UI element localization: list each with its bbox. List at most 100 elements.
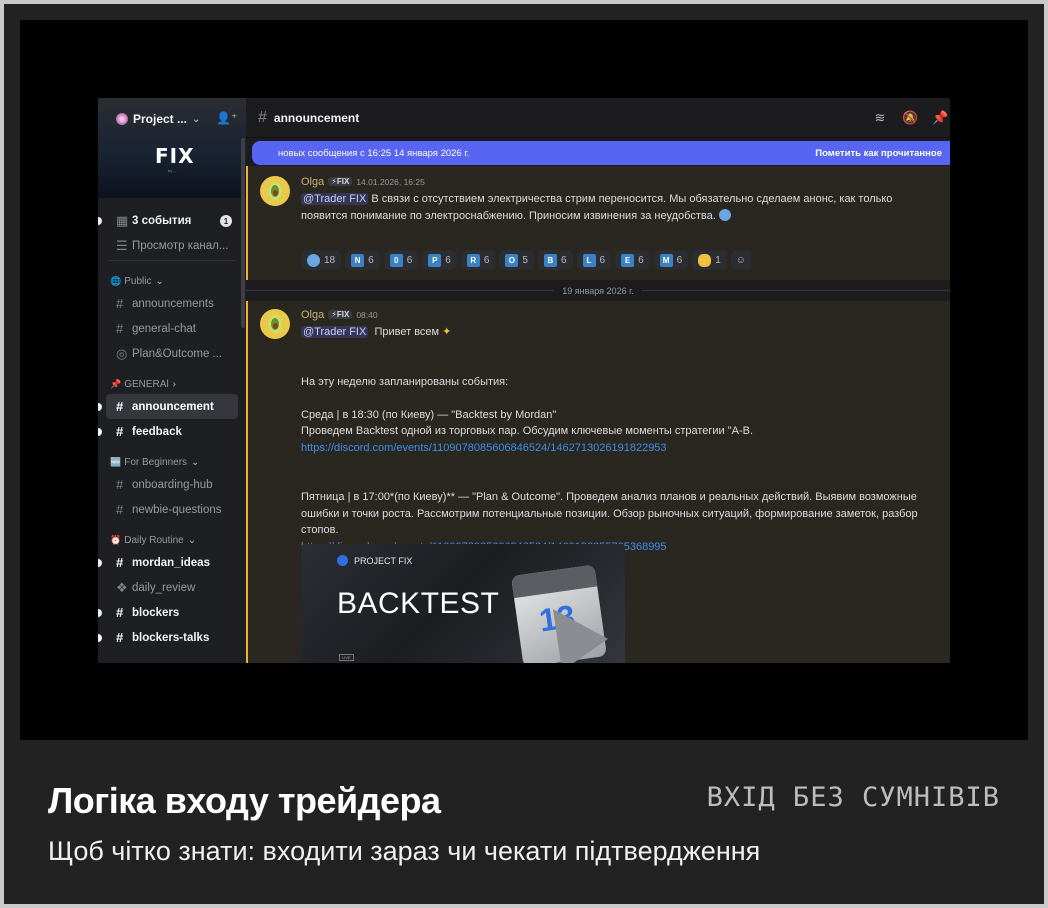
avocado-icon <box>268 315 282 333</box>
sidebar-item-label: Просмотр канал... <box>132 239 229 252</box>
channel-blockers-talks[interactable]: # blockers-talks <box>98 625 246 650</box>
reaction[interactable]: R6 <box>460 250 496 270</box>
server-icon <box>116 113 128 125</box>
letter-emoji: P <box>428 253 442 267</box>
chevron-down-icon: ⌄ <box>192 113 201 125</box>
reaction[interactable]: P6 <box>422 250 457 270</box>
project-fix-logo-icon <box>337 555 348 566</box>
message-header: Olga ⚡FIX 14.01.2026, 16:25 <box>301 176 425 188</box>
mark-as-read-button[interactable]: Пометить как прочитанное <box>815 148 942 159</box>
category-public[interactable]: 🌐 Public ⌄ <box>98 263 246 291</box>
channel-label: newbie-questions <box>132 503 222 516</box>
add-reaction-button[interactable]: ☺ <box>730 250 751 270</box>
wave-emoji-icon: ✦ <box>442 326 452 338</box>
screenshot-stage: Project ... ⌄ 👤⁺ FIX by ... ▦ 3 события … <box>20 20 1028 740</box>
pin-icon[interactable]: 📌 <box>932 110 948 126</box>
hash-icon: # <box>116 399 124 414</box>
server-name-row[interactable]: Project ... ⌄ <box>116 112 200 126</box>
reaction[interactable]: N6 <box>345 250 380 270</box>
invite-people-icon[interactable]: 👤⁺ <box>216 111 237 125</box>
letter-emoji: B <box>543 253 557 267</box>
reaction[interactable]: 1 <box>692 250 727 270</box>
channel-blockers[interactable]: # blockers <box>98 600 246 625</box>
category-general[interactable]: 📌 GENERAl › <box>98 366 246 394</box>
avatar[interactable] <box>260 176 290 206</box>
reaction[interactable]: B6 <box>537 250 573 270</box>
sidebar-item-browse[interactable]: ☰ Просмотр канал... <box>98 233 246 258</box>
reaction-count: 5 <box>522 254 528 266</box>
channel-label: blockers <box>132 606 180 619</box>
channel-list: ▦ 3 события 1 ☰ Просмотр канал... 🌐 Publ… <box>98 208 246 650</box>
user-mention[interactable]: @Trader FIX <box>301 193 369 205</box>
clock-icon: ⏰ <box>110 535 122 545</box>
reaction[interactable]: O5 <box>499 250 534 270</box>
message-line: Среда | в 18:30 (по Киеву) — "Backtest b… <box>301 408 557 421</box>
caption-title: Логіка входу трейдера <box>48 780 441 821</box>
server-banner-sub: by ... <box>168 168 177 173</box>
server-header[interactable]: Project ... ⌄ 👤⁺ FIX by ... <box>98 98 246 198</box>
reaction-count: 6 <box>676 254 683 266</box>
reaction[interactable]: E6 <box>615 250 650 270</box>
channel-feedback[interactable]: # feedback <box>98 419 246 444</box>
sidebar-item-label: 3 события <box>132 214 192 227</box>
reaction[interactable]: M6 <box>653 250 689 270</box>
reaction-count: 18 <box>324 254 336 266</box>
chat-area: # announcement ≋ 🔕 📌 новых сообщения с 1… <box>246 98 950 663</box>
reaction[interactable]: 18 <box>301 250 342 270</box>
date-separator-label: 19 января 2026 г. <box>554 285 642 296</box>
category-daily-routine[interactable]: ⏰ Daily Routine ⌄ <box>98 522 246 550</box>
letter-emoji: 0 <box>389 253 403 267</box>
channel-label: mordan_ideas <box>132 556 210 569</box>
calendar-icon: ▦ <box>116 212 129 228</box>
avocado-icon <box>268 182 282 200</box>
letter-emoji: M <box>659 253 673 267</box>
category-label: For Beginners <box>124 457 188 468</box>
channel-general-chat[interactable]: # general-chat <box>98 316 246 341</box>
new-messages-bar[interactable]: новых сообщения с 16:25 14 января 2026 г… <box>252 141 950 165</box>
author-name[interactable]: Olga <box>301 176 324 188</box>
new-messages-text: новых сообщения с 16:25 14 января 2026 г… <box>278 147 470 159</box>
channel-announcement[interactable]: # announcement <box>98 394 238 419</box>
hash-icon: # <box>116 630 124 645</box>
channel-label: feedback <box>132 425 182 438</box>
reaction-count: 6 <box>483 254 490 266</box>
author-name[interactable]: Olga <box>301 309 324 321</box>
hash-icon: # <box>116 502 124 517</box>
channel-onboarding-hub[interactable]: # onboarding-hub <box>98 472 246 497</box>
reaction[interactable]: L6 <box>576 250 612 270</box>
letter-emoji: E <box>621 253 635 267</box>
channel-newbie-questions[interactable]: # newbie-questions <box>98 497 246 522</box>
caption-subtitle: Щоб чітко знати: входити зараз чи чекати… <box>48 836 761 866</box>
globe-icon: 🌐 <box>110 276 122 286</box>
event-link[interactable]: https://discord.com/events/1109078085606… <box>301 440 941 457</box>
sidebar-divider <box>108 260 236 261</box>
letter-emoji: N <box>351 253 365 267</box>
message-body: @Trader FIX Привет всем ✦ На эту неделю … <box>301 324 941 555</box>
hash-icon: # <box>116 321 124 336</box>
reactions-bar: 18 N6 06 P6 R6 O5 B6 L6 E6 M6 1 ☺ <box>301 250 751 270</box>
greeting-text: Привет всем <box>374 326 440 338</box>
mute-bell-icon[interactable]: 🔕 <box>902 110 918 126</box>
threads-icon[interactable]: ≋ <box>872 110 888 126</box>
letter-emoji: R <box>466 253 480 267</box>
message-line: Проведем Backtest одной из торговых пар.… <box>301 425 754 437</box>
category-for-beginners[interactable]: 🆕 For Beginners ⌄ <box>98 444 246 472</box>
reaction-count: 6 <box>445 254 451 266</box>
channel-header: # announcement ≋ 🔕 📌 <box>246 98 950 138</box>
timestamp: 14.01.2026, 16:25 <box>356 177 425 187</box>
avatar[interactable] <box>260 309 290 339</box>
sidebar-item-events[interactable]: ▦ 3 события 1 <box>98 208 246 233</box>
channel-announcements[interactable]: # announcements <box>98 291 246 316</box>
chevron-right-icon: › <box>172 379 177 390</box>
channel-label: announcements <box>132 297 214 310</box>
message-line: Пятница | в 17:00*(по Киеву)** — "Plan &… <box>301 491 918 536</box>
channel-daily-review[interactable]: ❖ daily_review <box>98 575 246 600</box>
person-emoji-icon <box>718 208 731 221</box>
user-mention[interactable]: @Trader FIX <box>301 326 369 338</box>
channel-mordan-ideas[interactable]: # mordan_ideas <box>98 550 246 575</box>
event-image-embed[interactable]: PROJECT FIX BACKTEST 13 LIVE <box>301 544 625 663</box>
letter-emoji: O <box>505 253 519 267</box>
reaction[interactable]: 06 <box>383 250 419 270</box>
reaction-count: 6 <box>599 254 606 266</box>
channel-plan-outcome[interactable]: ◎ Plan&Outcome ... <box>98 341 246 366</box>
